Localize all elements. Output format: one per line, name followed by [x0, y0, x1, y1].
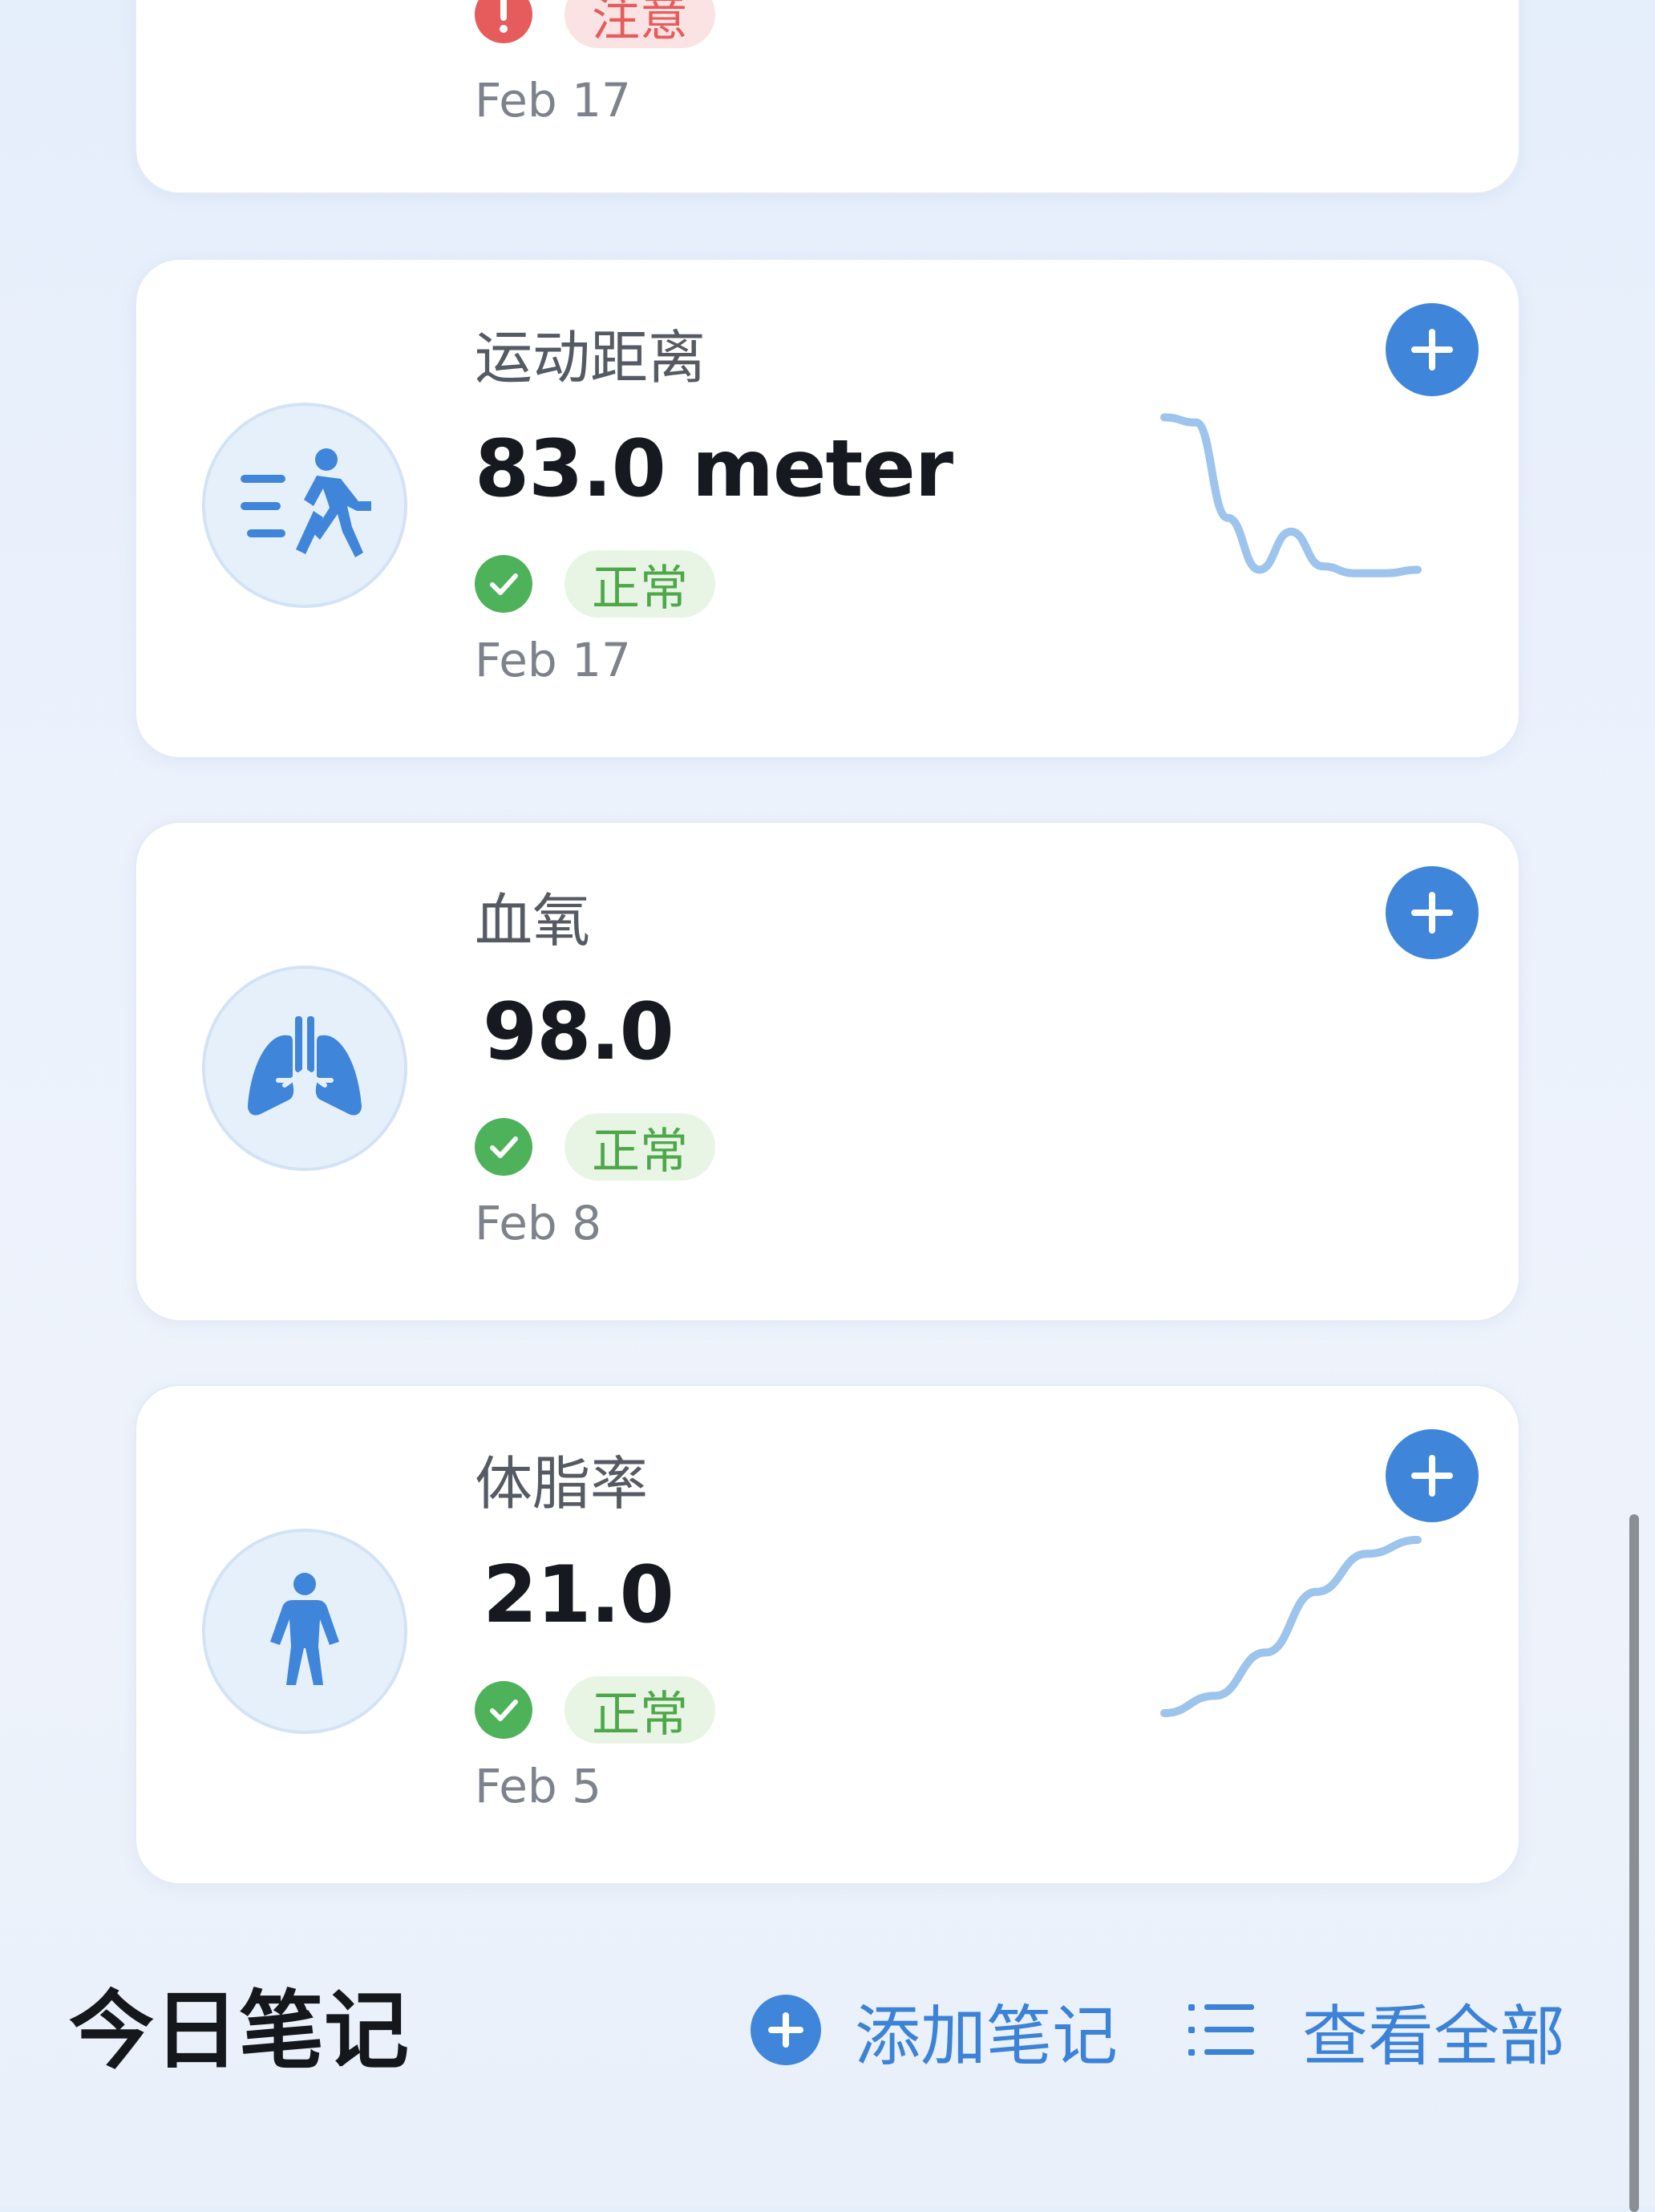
plus-icon	[1411, 892, 1453, 934]
check-icon	[475, 1118, 532, 1176]
metric-value: 21.0	[483, 1550, 674, 1641]
plus-icon	[1411, 329, 1453, 371]
status-row: 正常	[475, 1676, 715, 1744]
walking-person-icon	[202, 403, 407, 608]
metric-date: Feb 5	[475, 1759, 602, 1813]
metric-title: 血氧	[475, 887, 591, 954]
metric-title: 体脂率	[475, 1450, 649, 1517]
status-row: 正常	[475, 1113, 715, 1181]
notes-title: 今日笔记	[69, 1982, 409, 2080]
status-badge: 正常	[564, 1113, 715, 1181]
trend-sparkline	[1160, 413, 1422, 577]
status-badge: 正常	[564, 1676, 715, 1744]
trend-line	[1160, 1536, 1422, 1717]
metric-date: Feb 17	[475, 73, 631, 128]
plus-circle-icon	[751, 1995, 821, 2065]
metric-card-previous[interactable]: 注意 Feb 17	[135, 0, 1520, 194]
add-note-button[interactable]: 添加笔记	[749, 1986, 1118, 2075]
metric-card-blood-oxygen[interactable]: 血氧 98.0 正常 Feb 8	[135, 821, 1520, 1322]
metric-title: 运动距离	[475, 324, 706, 391]
notes-section-header: 今日笔记 添加笔记 查看全部	[0, 1975, 1655, 2087]
metric-card-exercise-distance[interactable]: 运动距离 83.0 meter 正常 Feb 17	[135, 258, 1520, 759]
trend-sparkline	[1160, 1536, 1422, 1717]
status-badge: 正常	[564, 550, 715, 618]
lungs-icon	[202, 966, 407, 1171]
status-badge: 注意	[564, 0, 715, 48]
metric-card-body-fat[interactable]: 体脂率 21.0 正常 Feb 5	[135, 1384, 1520, 1885]
view-all-label: 查看全部	[1302, 1998, 1566, 2075]
check-icon	[475, 1681, 532, 1739]
warning-icon	[475, 0, 532, 43]
metric-date: Feb 8	[475, 1196, 602, 1250]
scrollbar[interactable]	[1629, 1514, 1639, 2212]
add-record-button[interactable]	[1386, 1429, 1479, 1522]
status-row: 正常	[475, 550, 715, 618]
status-row: 注意	[475, 0, 715, 48]
view-all-notes-button[interactable]: 查看全部	[1184, 1986, 1565, 2075]
check-icon	[475, 555, 532, 613]
list-icon	[1188, 2004, 1254, 2056]
metric-date: Feb 17	[475, 633, 631, 687]
add-record-button[interactable]	[1386, 866, 1479, 959]
add-record-button[interactable]	[1386, 303, 1479, 396]
add-note-label: 添加笔记	[855, 1998, 1119, 2075]
plus-icon	[1411, 1455, 1453, 1497]
trend-line	[1160, 413, 1422, 577]
metric-value: 83.0 meter	[475, 423, 953, 515]
metric-value: 98.0	[483, 986, 674, 1078]
person-icon	[202, 1529, 407, 1734]
